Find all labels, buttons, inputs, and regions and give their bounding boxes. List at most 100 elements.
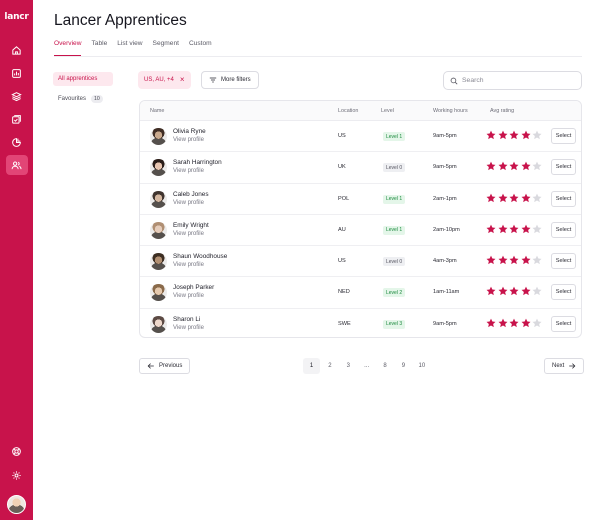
avatar[interactable] <box>150 221 167 239</box>
working-hours-cell: 9am-5pm <box>433 133 457 139</box>
users-icon <box>11 161 22 169</box>
star-icon <box>532 318 542 327</box>
nav-reports[interactable] <box>6 132 28 152</box>
nav-users[interactable] <box>5 155 28 175</box>
menu-all-label: All apprentices <box>58 76 98 82</box>
working-hours-cell: 9am-5pm <box>433 320 457 327</box>
search-box[interactable] <box>443 71 582 90</box>
star-icon <box>486 318 496 327</box>
header-name[interactable]: Name <box>150 108 164 114</box>
apprentice-name: Olivia Ryne <box>173 128 206 135</box>
location-filter-chip[interactable]: US, AU, +4 × <box>138 71 191 89</box>
level-badge: Level 2 <box>383 288 406 298</box>
star-icon <box>521 255 530 265</box>
next-page-button[interactable]: Next <box>544 358 585 374</box>
nav-settings[interactable] <box>6 465 28 485</box>
header-working-hours[interactable]: Working hours <box>433 108 468 114</box>
select-button[interactable]: Select <box>551 315 576 332</box>
avatar[interactable] <box>150 315 167 333</box>
page-ellipsis: ... <box>364 363 370 369</box>
menu-all-apprentices[interactable]: All apprentices <box>53 72 113 86</box>
apprentice-name: Emily Wright <box>173 221 209 229</box>
star-icon <box>521 130 530 140</box>
level-badge: Level 0 <box>383 257 406 267</box>
user-avatar[interactable] <box>7 495 26 514</box>
star-icon <box>521 224 530 233</box>
header-location[interactable]: Location <box>338 108 358 114</box>
select-button[interactable]: Select <box>551 128 576 144</box>
select-button[interactable]: Select <box>551 253 576 270</box>
location-cell: US <box>338 133 346 139</box>
working-hours-cell: 1am-11am <box>433 289 460 296</box>
view-profile-link[interactable]: View profile <box>173 137 204 143</box>
location-cell: AU <box>338 226 346 233</box>
more-filters-button[interactable]: More filters <box>201 71 259 89</box>
next-label: Next <box>552 363 565 369</box>
select-button[interactable]: Select <box>551 190 576 207</box>
menu-favourites[interactable]: Favourites 10 <box>53 91 113 107</box>
star-icon <box>521 318 530 327</box>
previous-page-button[interactable]: Previous <box>139 358 191 374</box>
tab-bar: Overview Table List view Segment Custom <box>54 40 582 57</box>
nav-support[interactable] <box>6 441 28 461</box>
avatar[interactable] <box>150 190 167 208</box>
header-level[interactable]: Level <box>381 108 394 114</box>
level-badge: Level 1 <box>383 225 406 235</box>
rating-stars <box>486 286 542 296</box>
working-hours-cell: 4am-3pm <box>433 258 457 265</box>
view-profile-link[interactable]: View profile <box>173 200 204 206</box>
star-icon <box>532 224 542 233</box>
pie-chart-icon <box>12 137 21 147</box>
table-header: Name Location Level Working hours Avg ra… <box>140 101 581 121</box>
tab-custom[interactable]: Custom <box>189 40 212 56</box>
page-number[interactable]: 1 <box>303 358 320 374</box>
select-button[interactable]: Select <box>551 159 576 176</box>
avatar[interactable] <box>150 159 167 177</box>
star-icon <box>498 224 507 233</box>
tab-list-view[interactable]: List view <box>117 40 142 56</box>
star-icon <box>498 287 507 296</box>
table-row: Sarah Harrington View profile UK Level 0… <box>140 152 581 184</box>
page-number[interactable]: 2 <box>321 358 338 374</box>
lifebuoy-icon <box>12 446 21 456</box>
view-profile-link[interactable]: View profile <box>173 231 204 237</box>
brand-logo[interactable]: lancr <box>4 12 29 22</box>
tab-table[interactable]: Table <box>91 40 107 56</box>
view-profile-link[interactable]: View profile <box>173 262 204 268</box>
nav-home[interactable] <box>6 40 28 60</box>
view-profile-link[interactable]: View profile <box>173 325 204 331</box>
nav-tasks[interactable] <box>6 109 28 129</box>
star-icon <box>486 193 496 202</box>
left-menu: All apprentices Favourites 10 <box>53 72 113 112</box>
close-icon[interactable]: × <box>180 76 185 84</box>
rating-stars <box>486 130 542 140</box>
menu-fav-label: Favourites <box>58 96 87 102</box>
page-number[interactable]: 8 <box>377 358 394 374</box>
view-profile-link[interactable]: View profile <box>173 293 204 299</box>
star-icon <box>509 287 519 296</box>
search-input[interactable] <box>462 77 572 84</box>
header-avg-rating[interactable]: Avg rating <box>490 108 514 114</box>
star-icon <box>532 130 542 140</box>
page-number[interactable]: 10 <box>413 358 430 374</box>
nav-layers[interactable] <box>6 86 28 106</box>
sidebar: lancr <box>0 0 33 520</box>
star-icon <box>532 255 542 265</box>
select-button[interactable]: Select <box>551 221 576 238</box>
page-title: Lancer Apprentices <box>54 12 187 29</box>
sidebar-nav <box>5 40 28 178</box>
layers-icon <box>11 91 22 101</box>
apprentice-name: Sharon Li <box>173 315 201 323</box>
view-profile-link[interactable]: View profile <box>173 168 204 174</box>
working-hours-cell: 2am-1pm <box>433 195 457 202</box>
page-number[interactable]: 9 <box>395 358 412 374</box>
nav-dashboard[interactable] <box>6 63 28 83</box>
tab-overview[interactable]: Overview <box>54 40 82 56</box>
avatar[interactable] <box>150 128 167 145</box>
avatar[interactable] <box>150 284 167 302</box>
select-button[interactable]: Select <box>551 284 576 301</box>
page-number[interactable]: 3 <box>340 358 357 374</box>
avatar[interactable] <box>150 253 167 271</box>
tab-segment[interactable]: Segment <box>153 40 179 56</box>
arrow-right-icon <box>569 363 576 369</box>
